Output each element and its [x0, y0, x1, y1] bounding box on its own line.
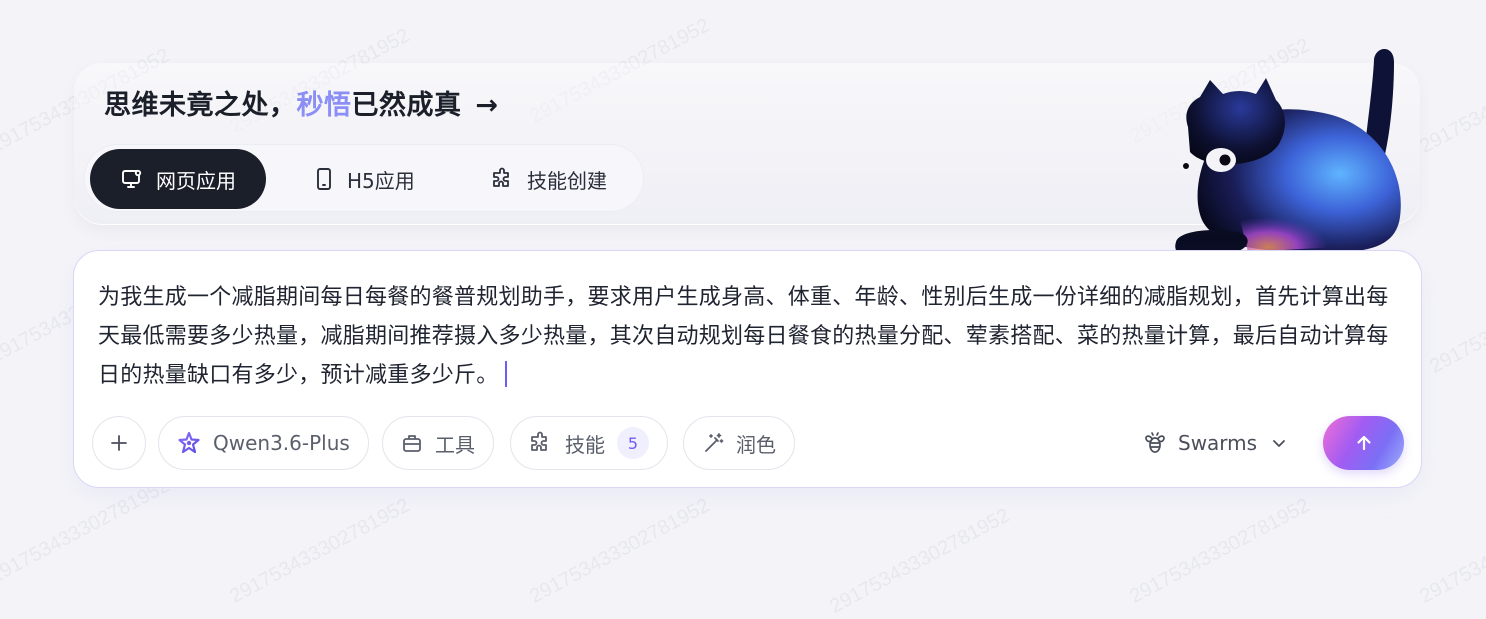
swarms-label: Swarms [1178, 431, 1258, 455]
tools-label: 工具 [435, 432, 475, 457]
prompt-input[interactable]: 为我生成一个减脂期间每日每餐的餐普规划助手，要求用户生成身高、体重、年龄、性别后… [98, 278, 1398, 395]
tab-label: H5应用 [347, 168, 415, 193]
skills-button[interactable]: 技能 5 [510, 416, 668, 470]
sparkle-star-icon [178, 431, 200, 454]
model-selector-button[interactable]: Qwen3.6-Plus [158, 416, 369, 470]
send-button[interactable] [1323, 416, 1404, 470]
tools-button[interactable]: 工具 [382, 416, 494, 470]
puzzle-icon [493, 167, 509, 187]
monitor-icon [122, 169, 142, 188]
headline-accent: 秒悟 [296, 90, 352, 121]
headline: 思维未竟之处，秒悟已然成真 → [104, 83, 499, 122]
tab-h5-app[interactable]: H5应用 [313, 149, 415, 209]
tab-label: 技能创建 [527, 168, 607, 193]
polish-label: 润色 [736, 432, 776, 457]
swarms-selector[interactable]: Swarms [1142, 416, 1287, 470]
headline-arrow-icon[interactable]: → [475, 90, 498, 121]
headline-suffix: 已然成真 [351, 90, 462, 121]
text-caret [504, 361, 507, 387]
plus-icon [111, 435, 127, 451]
bee-icon [1145, 432, 1165, 453]
headline-prefix: 思维未竟之处， [104, 90, 297, 121]
magic-wand-icon [705, 433, 724, 452]
polish-button[interactable]: 润色 [683, 416, 795, 470]
arrow-up-icon [1356, 435, 1371, 451]
black-cat-mascot-icon [1175, 49, 1401, 254]
skills-label: 技能 [565, 432, 605, 457]
add-attachment-button[interactable] [92, 416, 146, 470]
tab-skill-create[interactable]: 技能创建 [491, 149, 607, 209]
tab-web-app[interactable]: 网页应用 [90, 149, 266, 209]
tab-label: 网页应用 [156, 168, 236, 193]
puzzle-icon [531, 431, 547, 451]
prompt-text: 为我生成一个减脂期间每日每餐的餐普规划助手，要求用户生成身高、体重、年龄、性别后… [98, 285, 1389, 388]
chevron-down-icon [1273, 440, 1285, 447]
app-type-tabs: 网页应用 H5应用 技能创建 [84, 144, 644, 212]
model-label: Qwen3.6-Plus [213, 431, 350, 455]
skills-count-badge: 5 [617, 427, 649, 459]
toolbox-icon [403, 435, 421, 452]
phone-icon [317, 168, 331, 190]
